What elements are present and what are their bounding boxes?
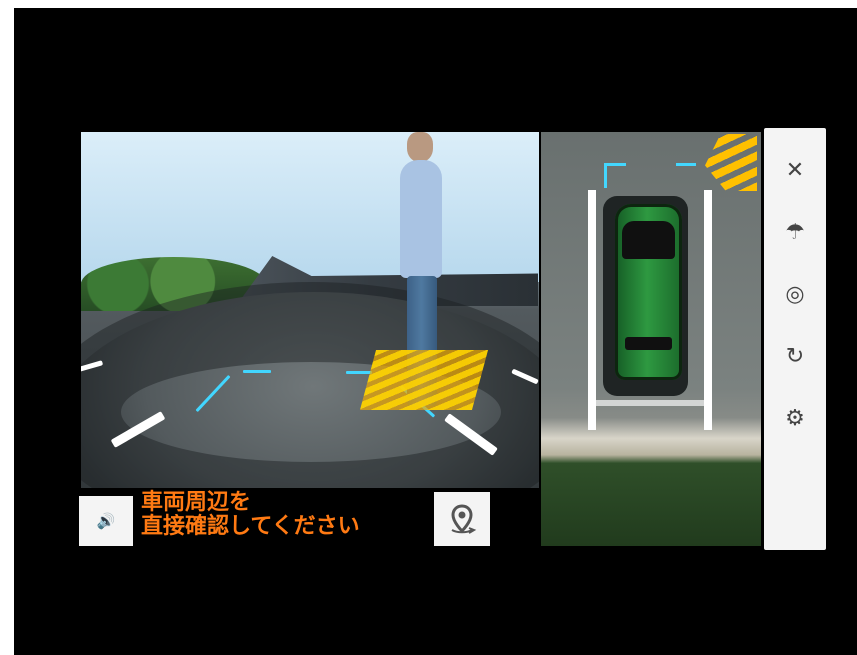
vehicle-top-view xyxy=(615,204,682,380)
pedestrian-torso xyxy=(400,160,442,278)
rear-camera-view xyxy=(81,132,539,488)
camera-message-bar: 🔊 車両周辺を 直接確認してください xyxy=(79,488,490,546)
panoramic-top-view xyxy=(541,132,761,546)
gear-icon: ⚙ xyxy=(785,405,805,431)
sound-button[interactable]: 🔊 xyxy=(79,496,133,546)
close-icon: ✕ xyxy=(785,157,805,183)
location-pin-icon xyxy=(451,504,477,534)
front-view-icon: ☂ xyxy=(785,219,805,245)
object-warning-hatch xyxy=(359,350,489,410)
vehicle-rear-window xyxy=(625,337,672,350)
top-view-parking-line-left xyxy=(588,190,596,430)
rear-view-button[interactable]: ↻ xyxy=(773,334,817,378)
close-button[interactable]: ✕ xyxy=(773,148,817,192)
top-view-guide-left xyxy=(604,163,626,166)
side-view-icon: ◎ xyxy=(785,281,805,307)
rear-view-icon: ↻ xyxy=(785,343,805,369)
top-view-parking-line-bottom xyxy=(594,400,704,406)
top-view-parking-line-right xyxy=(704,190,712,430)
top-view-guide-right xyxy=(676,163,696,166)
side-view-button[interactable]: ◎ xyxy=(773,272,817,316)
safety-message-line2: 直接確認してください xyxy=(141,514,360,539)
settings-button[interactable]: ⚙ xyxy=(773,396,817,440)
safety-message: 車両周辺を 直接確認してください xyxy=(141,491,441,539)
distance-guide-center-right xyxy=(346,371,372,374)
safety-message-line1: 車両周辺を xyxy=(141,490,252,515)
distance-guide-center-left xyxy=(243,370,271,373)
speaker-icon: 🔊 xyxy=(96,512,116,530)
pedestrian-head xyxy=(407,132,433,162)
vehicle-windshield xyxy=(622,221,675,259)
camera-control-toolbar: ✕ ☂ ◎ ↻ ⚙ xyxy=(764,128,826,550)
sensor-warning-chevrons xyxy=(705,134,757,191)
front-view-button[interactable]: ☂ xyxy=(773,210,817,254)
top-view-guide-left-vertical xyxy=(604,164,607,188)
location-view-button[interactable] xyxy=(434,492,490,546)
